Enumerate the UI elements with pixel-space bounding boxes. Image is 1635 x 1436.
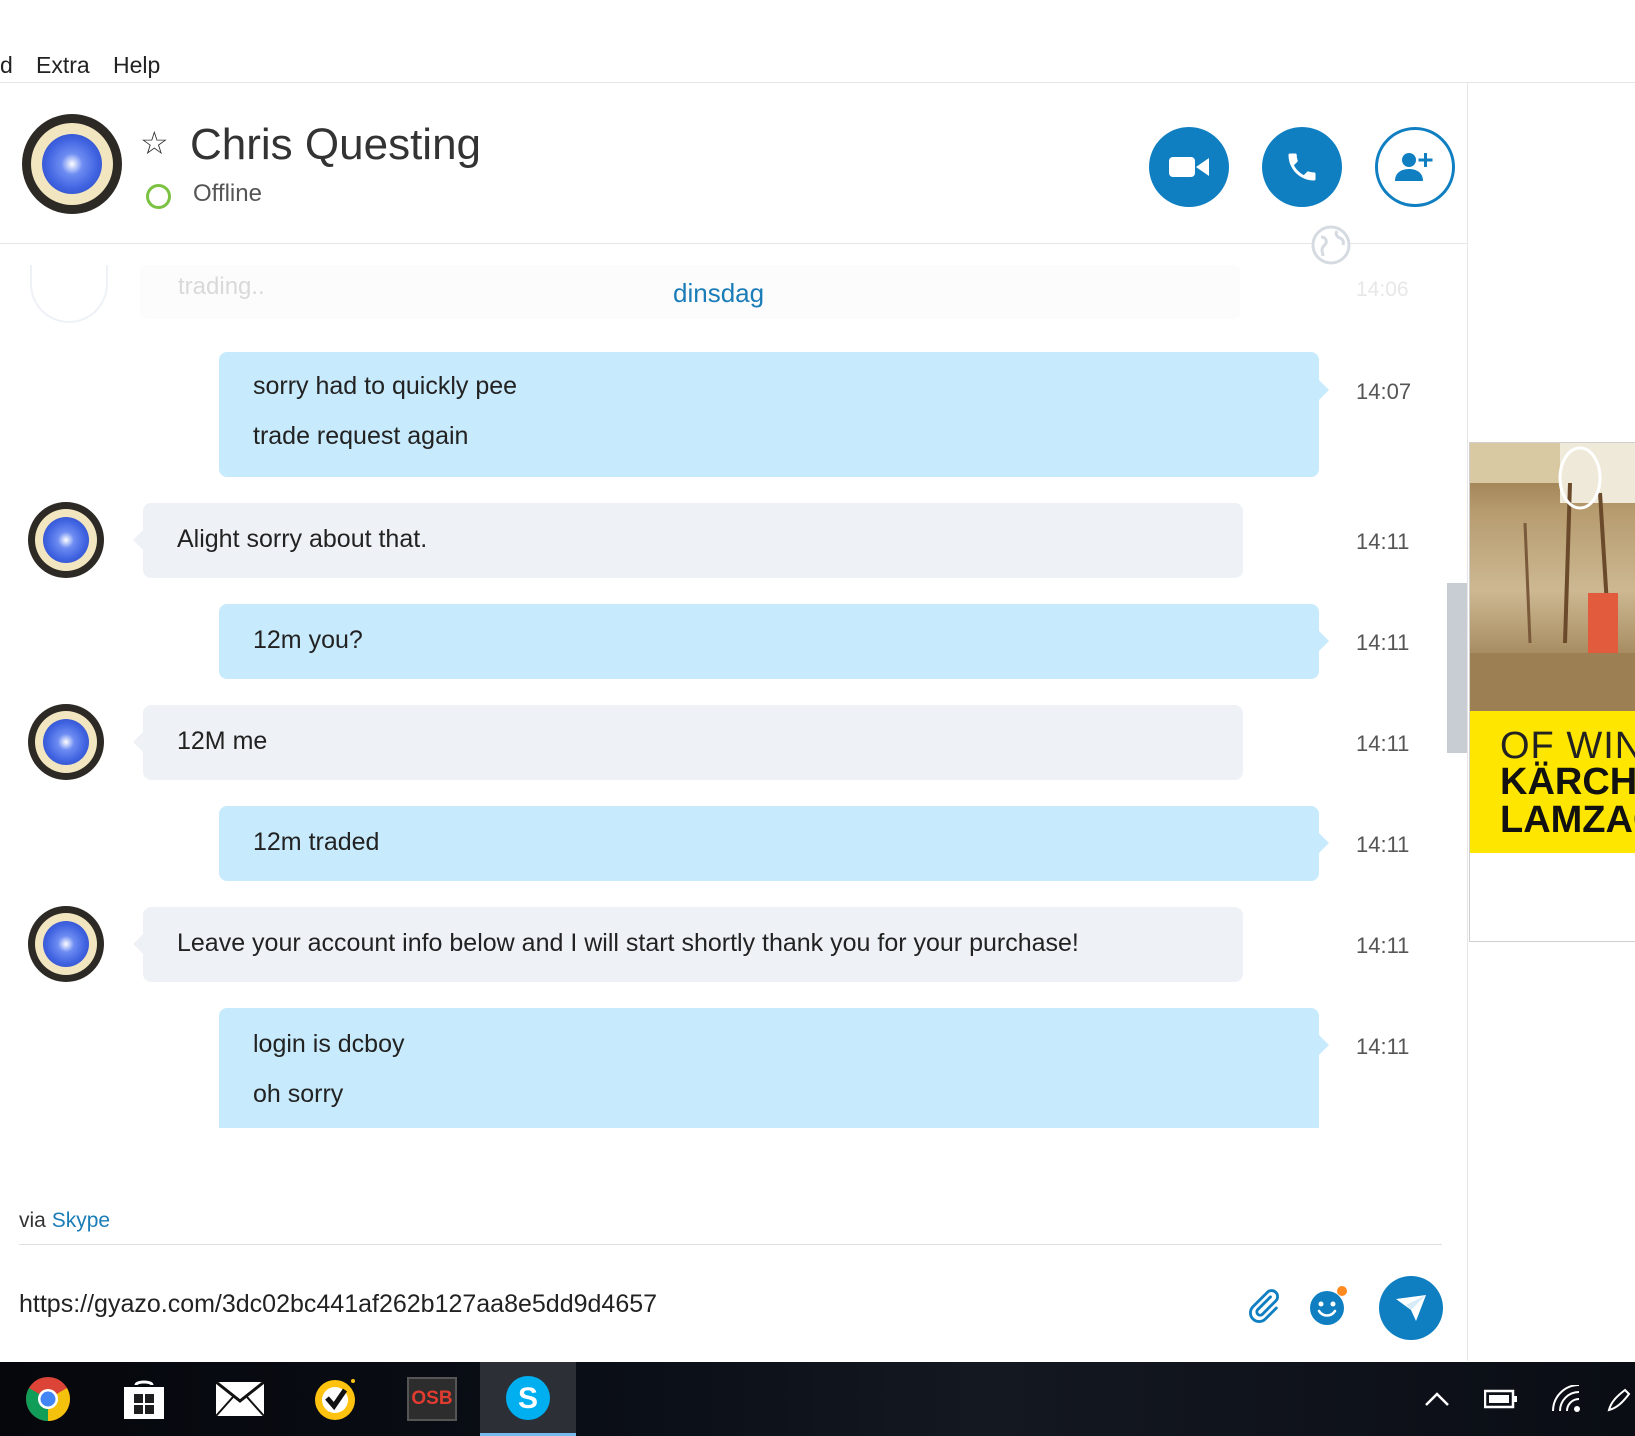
- translator-globe-icon[interactable]: [1311, 225, 1351, 265]
- presence-status-icon: [146, 184, 171, 209]
- message-bubble-sent[interactable]: login is dcboy oh sorry: [219, 1008, 1319, 1128]
- message-text: Leave your account info below and I will…: [177, 929, 1079, 957]
- message-text: sorry had to quickly pee: [253, 372, 518, 400]
- video-camera-icon: [1169, 157, 1209, 177]
- svg-text:S: S: [518, 1382, 538, 1415]
- message-input[interactable]: [19, 1284, 1209, 1324]
- attach-file-button[interactable]: [1240, 1283, 1286, 1329]
- message-text: 12m you?: [253, 626, 363, 654]
- faded-avatar: [30, 265, 108, 323]
- date-separator: dinsdag: [673, 278, 765, 308]
- smiley-icon: [1310, 1286, 1347, 1325]
- message-timestamp: 14:11: [1356, 731, 1410, 756]
- faded-message-time: 14:06: [1356, 278, 1409, 301]
- message-bubble-received[interactable]: 12M me: [143, 705, 1243, 780]
- via-skype-label: via Skype: [19, 1209, 111, 1232]
- send-icon: [1396, 1295, 1426, 1321]
- chrome-icon[interactable]: [0, 1362, 96, 1436]
- menu-item-help[interactable]: Help: [113, 52, 160, 79]
- osb-icon[interactable]: OSB: [384, 1362, 480, 1436]
- message-timestamp: 14:11: [1356, 1034, 1410, 1059]
- audio-call-button[interactable]: [1262, 127, 1342, 207]
- osb-label: OSB: [411, 1388, 453, 1409]
- message-timestamp: 14:11: [1356, 630, 1410, 655]
- message-text: oh sorry: [253, 1080, 344, 1108]
- norton-icon[interactable]: [288, 1362, 384, 1436]
- store-icon[interactable]: [96, 1362, 192, 1436]
- skype-icon[interactable]: S: [480, 1362, 576, 1436]
- emoticon-button[interactable]: [1306, 1283, 1352, 1329]
- message-bubble-sent[interactable]: 12m you?: [219, 604, 1319, 679]
- paperclip-icon: [1249, 1289, 1279, 1323]
- battery-icon[interactable]: [1478, 1362, 1524, 1436]
- message-bubble-received[interactable]: Leave your account info below and I will…: [143, 907, 1243, 982]
- phone-icon: [1288, 153, 1316, 181]
- ad-text-line2: KÄRCHE: [1500, 761, 1635, 803]
- header-divider: [0, 243, 1467, 244]
- message-bubble-sent[interactable]: 12m traded: [219, 806, 1319, 881]
- mail-icon[interactable]: [192, 1362, 288, 1436]
- video-call-button[interactable]: [1149, 127, 1229, 207]
- add-person-icon: [1395, 153, 1433, 181]
- message-text: 12m traded: [253, 828, 380, 856]
- bubble-tail: [1319, 833, 1329, 853]
- bubble-tail: [1319, 631, 1329, 651]
- bubble-tail: [1319, 380, 1329, 400]
- message-text: 12M me: [177, 727, 268, 755]
- message-timestamp: 14:07: [1356, 379, 1412, 404]
- bubble-tail: [133, 530, 143, 550]
- ad-photo: [1470, 443, 1635, 711]
- menu-item-partial[interactable]: d: [0, 52, 13, 79]
- message-timestamp: 14:11: [1356, 529, 1410, 554]
- message-bubble-sent[interactable]: sorry had to quickly pee trade request a…: [219, 352, 1319, 477]
- tray-chevron-up-icon[interactable]: [1414, 1362, 1460, 1436]
- contact-name[interactable]: Chris Questing: [190, 120, 481, 170]
- panel-divider: [1467, 83, 1468, 1361]
- sender-avatar[interactable]: [28, 906, 104, 982]
- wifi-icon[interactable]: [1544, 1362, 1588, 1436]
- bubble-tail: [1319, 1035, 1329, 1055]
- contact-avatar[interactable]: [22, 114, 122, 214]
- menu-bar: d Extra Help: [0, 0, 1635, 83]
- conversation-scrollbar[interactable]: [1447, 583, 1467, 753]
- favorite-star-icon[interactable]: ☆: [140, 127, 169, 159]
- advertisement[interactable]: OF WIN KÄRCHE LAMZAC: [1469, 442, 1635, 942]
- sender-avatar[interactable]: [28, 502, 104, 578]
- message-text: trade request again: [253, 422, 469, 450]
- add-people-button[interactable]: [1375, 127, 1455, 207]
- presence-status-text: Offline: [193, 180, 262, 207]
- message-timestamp: 14:11: [1356, 933, 1410, 958]
- bubble-tail: [133, 934, 143, 954]
- bubble-tail: [133, 732, 143, 752]
- message-timestamp: 14:11: [1356, 832, 1410, 857]
- sender-avatar[interactable]: [28, 704, 104, 780]
- faded-message-text: trading..: [178, 273, 265, 300]
- send-message-button[interactable]: [1379, 1276, 1443, 1340]
- compose-divider: [19, 1244, 1442, 1245]
- menu-item-extra[interactable]: Extra: [36, 52, 90, 79]
- pen-ink-icon[interactable]: [1604, 1362, 1635, 1436]
- ad-text-line3: LAMZAC: [1500, 799, 1635, 841]
- message-text: Alight sorry about that.: [177, 525, 428, 553]
- message-bubble-received[interactable]: Alight sorry about that.: [143, 503, 1243, 578]
- skype-link[interactable]: Skype: [52, 1209, 110, 1232]
- message-text: login is dcboy: [253, 1030, 405, 1058]
